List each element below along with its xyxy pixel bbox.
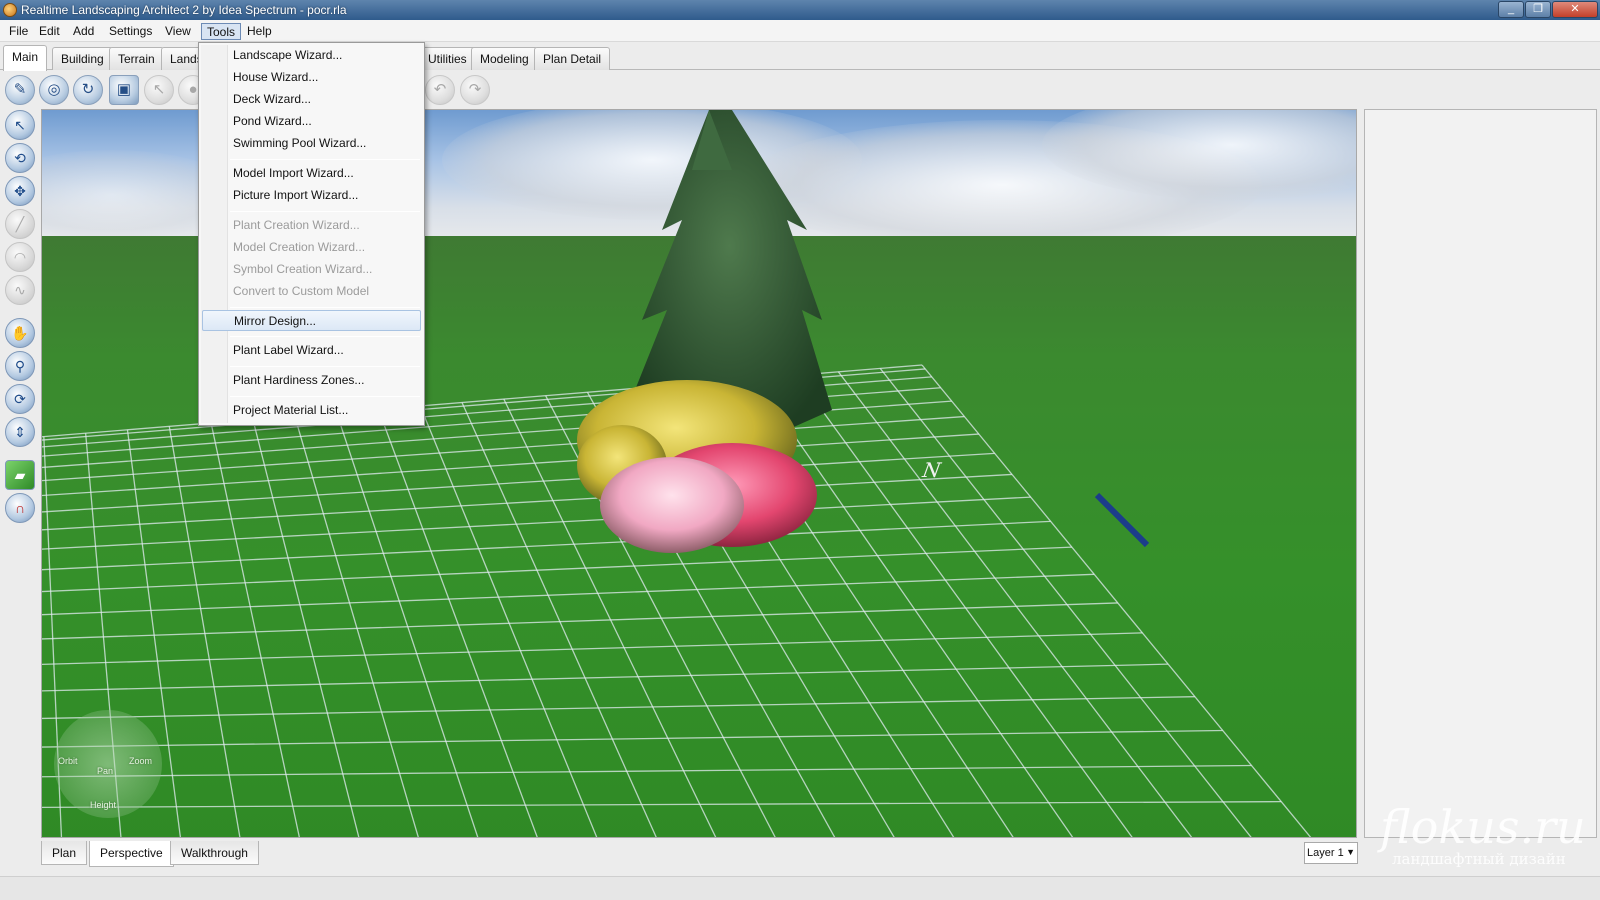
menu-mirror-design[interactable]: Mirror Design... (202, 310, 421, 331)
status-bar (0, 876, 1600, 900)
menu-separator (230, 366, 420, 367)
menu-swimming-pool-wizard[interactable]: Swimming Pool Wizard... (202, 133, 421, 154)
rotate-icon[interactable]: ⟲ (5, 143, 35, 173)
tab-terrain[interactable]: Terrain (109, 47, 164, 70)
watermark: flokus.ru ландшафтный дизайн (1380, 800, 1600, 876)
layer-value: Layer 1 (1307, 847, 1344, 859)
menu-separator (230, 336, 420, 337)
nav-zoom-label[interactable]: Zoom (129, 756, 152, 766)
menu-settings[interactable]: Settings (104, 23, 157, 40)
properties-panel (1364, 109, 1597, 838)
menu-convert-custom-model: Convert to Custom Model (233, 284, 370, 298)
window-title: Realtime Landscaping Architect 2 by Idea… (21, 3, 347, 17)
menu-help[interactable]: Help (242, 23, 277, 40)
close-button[interactable]: ✕ (1552, 1, 1598, 18)
menu-model-creation-wizard: Model Creation Wizard... (233, 240, 366, 254)
menu-plant-hardiness-zones[interactable]: Plant Hardiness Zones... (202, 370, 421, 391)
recent-icon[interactable]: ↻ (73, 75, 103, 105)
save-icon[interactable]: ▣ (109, 75, 139, 105)
menu-separator (230, 396, 420, 397)
menu-project-material-list[interactable]: Project Material List... (202, 400, 421, 421)
tab-modeling[interactable]: Modeling (471, 47, 538, 70)
height-icon[interactable]: ⇕ (5, 417, 35, 447)
hand-icon[interactable]: ✋ (5, 318, 35, 348)
undo-icon[interactable]: ↶ (425, 75, 455, 105)
zoom-icon[interactable]: ⚲ (5, 351, 35, 381)
select-icon[interactable]: ↖ (5, 110, 35, 140)
open-icon[interactable]: ◎ (39, 75, 69, 105)
menu-separator (230, 159, 420, 160)
menu-separator (230, 307, 420, 308)
title-bar: Realtime Landscaping Architect 2 by Idea… (0, 0, 1600, 20)
tab-plan-detail[interactable]: Plan Detail (534, 47, 611, 70)
nav-orbit-label[interactable]: Orbit (58, 756, 78, 766)
layer-dropdown[interactable]: Layer 1 ▼ (1304, 842, 1358, 864)
draw-icon[interactable]: ╱ (5, 209, 35, 239)
tab-plan[interactable]: Plan (41, 841, 88, 865)
new-icon[interactable]: ✎ (5, 75, 35, 105)
menu-house-wizard[interactable]: House Wizard... (202, 67, 421, 88)
tab-building[interactable]: Building (52, 47, 113, 70)
light-pink-shrub[interactable] (600, 457, 744, 553)
menu-bar: File Edit Add Settings View Tools Help (0, 20, 1600, 42)
view-tabs: Plan Perspective Walkthrough (41, 840, 1357, 867)
chevron-down-icon: ▼ (1346, 847, 1355, 857)
move-icon[interactable]: ✥ (5, 176, 35, 206)
menu-picture-import-wizard[interactable]: Picture Import Wizard... (202, 185, 421, 206)
menu-separator (230, 211, 420, 212)
left-toolbar: ↖ ⟲ ✥ ╱ ◠ ∿ ✋ ⚲ ⟳ ⇕ ▰ ∩ (0, 108, 40, 840)
menu-edit[interactable]: Edit (34, 23, 65, 40)
menu-plant-label-wizard[interactable]: Plant Label Wizard... (202, 340, 421, 361)
maximize-button[interactable]: ❐ (1525, 1, 1551, 18)
app-icon[interactable] (3, 3, 17, 17)
redo-icon[interactable]: ↷ (460, 75, 490, 105)
tab-main[interactable]: Main (3, 45, 48, 71)
navigation-widget[interactable]: Orbit Pan Zoom Height (54, 710, 162, 818)
menu-deck-wizard[interactable]: Deck Wizard... (202, 89, 421, 110)
menu-file[interactable]: File (4, 23, 33, 40)
menu-symbol-creation-wizard: Symbol Creation Wizard... (233, 262, 373, 276)
minimize-button[interactable]: _ (1498, 1, 1524, 18)
menu-plant-creation-wizard: Plant Creation Wizard... (233, 218, 360, 232)
nav-height-label[interactable]: Height (90, 800, 116, 810)
menu-add[interactable]: Add (68, 23, 99, 40)
menu-view[interactable]: View (160, 23, 196, 40)
menu-landscape-wizard[interactable]: Landscape Wizard... (202, 45, 421, 66)
menu-model-import-wizard[interactable]: Model Import Wizard... (202, 163, 421, 184)
tab-perspective[interactable]: Perspective (89, 841, 174, 867)
curve-icon[interactable]: ∿ (5, 275, 35, 305)
menu-pond-wizard[interactable]: Pond Wizard... (202, 111, 421, 132)
tab-walkthrough[interactable]: Walkthrough (170, 841, 259, 865)
orbit-icon[interactable]: ⟳ (5, 384, 35, 414)
menu-tools[interactable]: Tools (201, 23, 242, 40)
pointer-icon[interactable]: ↖ (144, 75, 174, 105)
arc-icon[interactable]: ◠ (5, 242, 35, 272)
terrain-icon[interactable]: ▰ (5, 460, 35, 490)
tab-utilities[interactable]: Utilities (419, 47, 476, 70)
watermark-subtitle: ландшафтный дизайн (1392, 850, 1566, 868)
watermark-logo: flokus.ru (1380, 800, 1586, 854)
magnet-icon[interactable]: ∩ (5, 493, 35, 523)
tools-dropdown-menu: Landscape Wizard... House Wizard... Deck… (198, 42, 425, 426)
nav-pan-label[interactable]: Pan (97, 766, 113, 776)
